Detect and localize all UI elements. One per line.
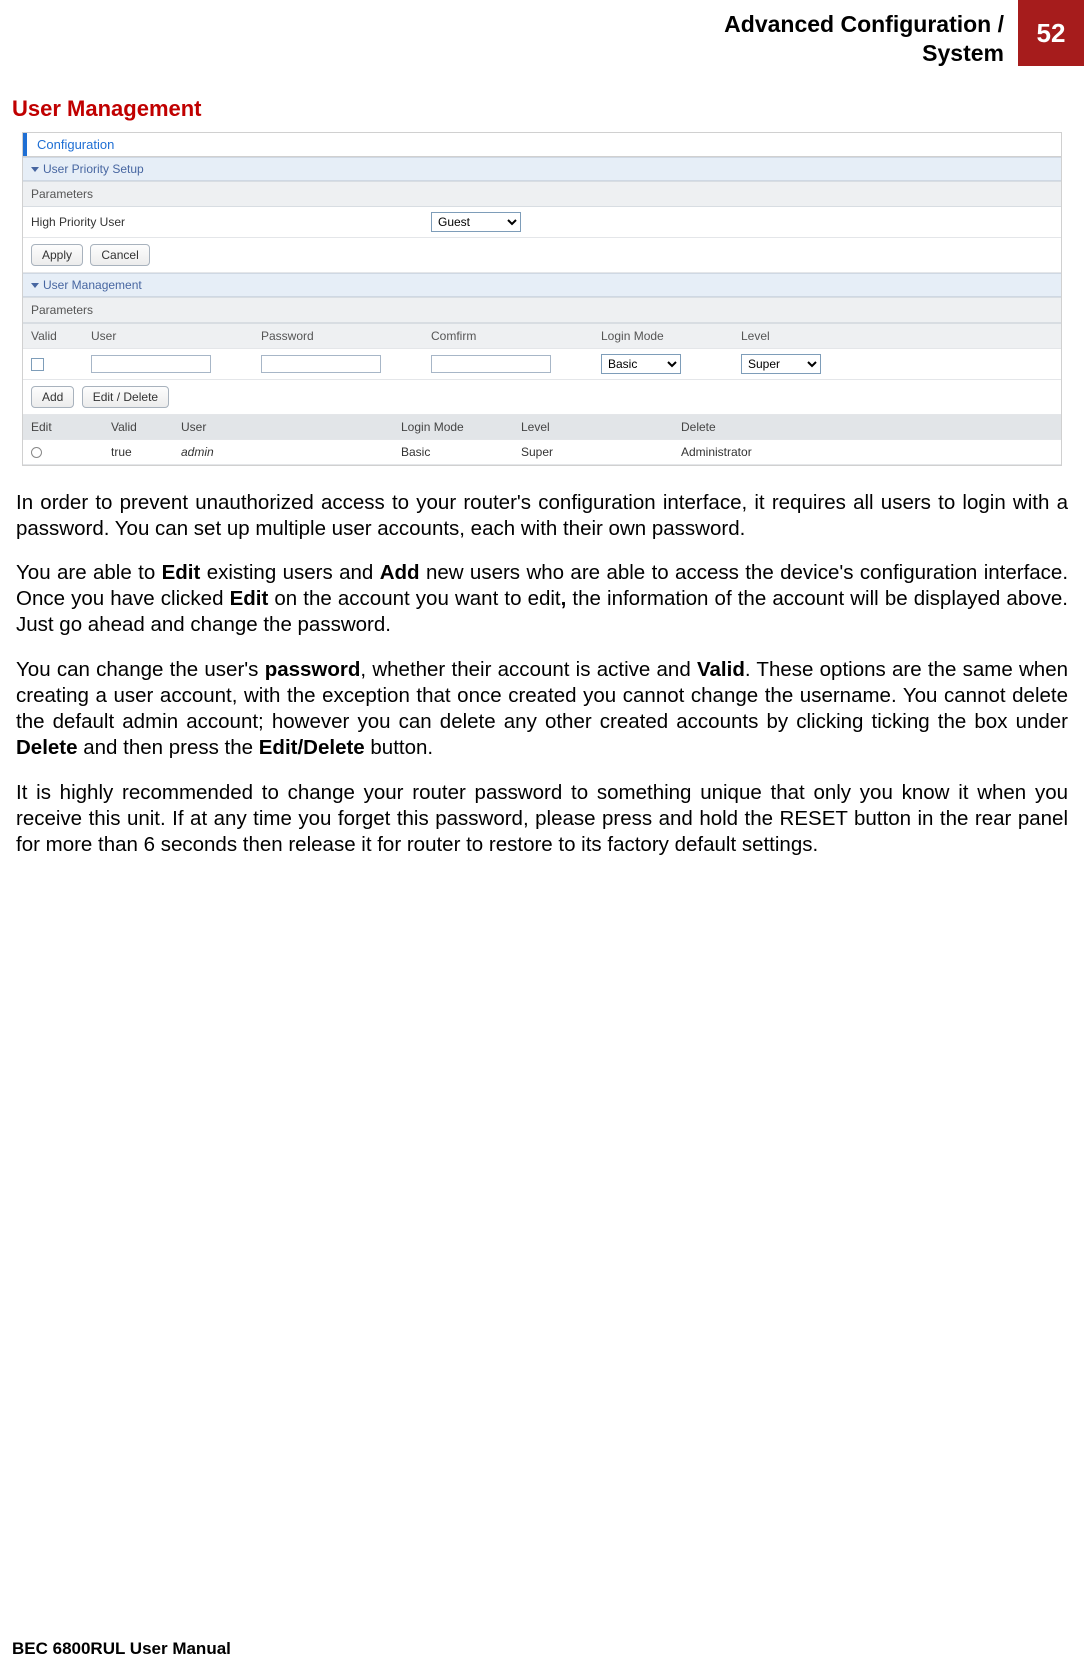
- high-priority-user-row: High Priority User Guest: [23, 207, 1061, 238]
- bold-valid: Valid: [697, 658, 745, 681]
- section-header-label: User Priority Setup: [43, 162, 144, 176]
- text-run: button.: [365, 736, 433, 759]
- usermgmt-button-row: Add Edit / Delete: [23, 380, 1061, 415]
- level-select[interactable]: Super: [741, 354, 821, 374]
- breadcrumb: Advanced Configuration / System: [724, 0, 1018, 68]
- bold-edit: Edit: [230, 587, 269, 610]
- cell-level: Super: [513, 439, 673, 464]
- footer: BEC 6800RUL User Manual: [12, 1639, 231, 1659]
- bold-add: Add: [380, 561, 420, 584]
- cell-user: admin: [173, 439, 393, 464]
- col-login-mode: Login Mode: [393, 415, 513, 440]
- bold-edit: Edit: [162, 561, 201, 584]
- bold-edit-delete: Edit/Delete: [259, 736, 365, 759]
- cell-valid: true: [103, 439, 173, 464]
- list-header-row: Edit Valid User Login Mode Level Delete: [23, 415, 1061, 440]
- text-run: on the account you want to edit: [268, 587, 560, 610]
- section-header-label: User Management: [43, 278, 142, 292]
- breadcrumb-line1: Advanced Configuration /: [724, 10, 1004, 39]
- chevron-down-icon: [31, 167, 39, 172]
- cell-delete: Administrator: [673, 439, 1061, 464]
- col-login-mode: Login Mode: [593, 323, 733, 348]
- col-valid: Valid: [23, 323, 83, 348]
- page-header: Advanced Configuration / System 52: [0, 0, 1084, 68]
- bold-password: password: [265, 658, 361, 681]
- input-header-row: Valid User Password Comfirm Login Mode L…: [23, 323, 1061, 348]
- col-edit: Edit: [23, 415, 103, 440]
- col-user: User: [173, 415, 393, 440]
- add-button[interactable]: Add: [31, 386, 74, 408]
- tab-configuration[interactable]: Configuration: [23, 133, 124, 156]
- edit-delete-button[interactable]: Edit / Delete: [82, 386, 169, 408]
- breadcrumb-line2: System: [724, 39, 1004, 68]
- section-user-management[interactable]: User Management: [23, 273, 1061, 297]
- user-list-table: Edit Valid User Login Mode Level Delete …: [23, 415, 1061, 465]
- tab-row: Configuration: [23, 133, 1061, 157]
- cancel-button[interactable]: Cancel: [90, 244, 149, 266]
- config-screenshot: Configuration User Priority Setup Parame…: [22, 132, 1062, 466]
- priority-button-row: Apply Cancel: [23, 238, 1061, 273]
- col-level: Level: [733, 323, 1061, 348]
- password-input[interactable]: [261, 355, 381, 373]
- apply-button[interactable]: Apply: [31, 244, 83, 266]
- page-number: 52: [1018, 0, 1084, 66]
- col-confirm: Comfirm: [423, 323, 593, 348]
- parameters-label: Parameters: [23, 297, 1061, 323]
- chevron-down-icon: [31, 283, 39, 288]
- login-mode-select[interactable]: Basic: [601, 354, 681, 374]
- valid-checkbox[interactable]: [31, 358, 44, 371]
- section-user-priority[interactable]: User Priority Setup: [23, 157, 1061, 181]
- col-delete: Delete: [673, 415, 1061, 440]
- bold-delete: Delete: [16, 736, 78, 759]
- cell-login-mode: Basic: [393, 439, 513, 464]
- paragraph-4: It is highly recommended to change your …: [16, 780, 1068, 859]
- user-input-table: Valid User Password Comfirm Login Mode L…: [23, 323, 1061, 380]
- paragraph-2: You are able to Edit existing users and …: [16, 560, 1068, 639]
- high-priority-user-label: High Priority User: [31, 215, 431, 229]
- col-level: Level: [513, 415, 673, 440]
- col-valid: Valid: [103, 415, 173, 440]
- text-run: and then press the: [78, 736, 259, 759]
- edit-radio[interactable]: [31, 447, 42, 458]
- paragraph-3: You can change the user's password, whet…: [16, 657, 1068, 762]
- table-row: true admin Basic Super Administrator: [23, 439, 1061, 464]
- col-user: User: [83, 323, 253, 348]
- text-run: You can change the user's: [16, 658, 265, 681]
- text-run: existing users and: [200, 561, 379, 584]
- section-title: User Management: [12, 96, 1072, 122]
- confirm-input[interactable]: [431, 355, 551, 373]
- text-run: , whether their account is active and: [360, 658, 697, 681]
- col-password: Password: [253, 323, 423, 348]
- input-row: Basic Super: [23, 348, 1061, 379]
- paragraph-1: In order to prevent unauthorized access …: [16, 490, 1068, 542]
- user-input[interactable]: [91, 355, 211, 373]
- high-priority-user-select[interactable]: Guest: [431, 212, 521, 232]
- text-run: You are able to: [16, 561, 162, 584]
- parameters-label: Parameters: [23, 181, 1061, 207]
